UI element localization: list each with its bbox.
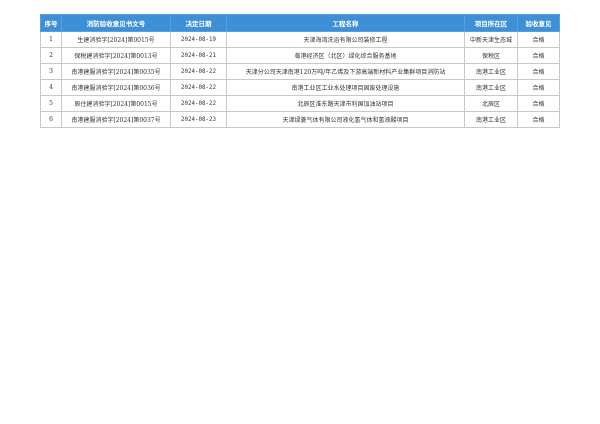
table-row: 3 南港建服消验字[2024]第0035号 2024-08-22 天津分公司天津…: [40, 63, 560, 80]
table-row: 1 生建消验字[2024]第0015号 2024-08-19 天津海湾洗浴有限公…: [40, 31, 560, 48]
cell-project-district: 南港工业区: [464, 63, 518, 80]
cell-decision-date: 2024-08-19: [170, 31, 227, 48]
cell-project-district: 保税区: [464, 47, 518, 64]
cell-project-name: 天津海湾洗浴有限公司装修工程: [226, 31, 465, 48]
table-row: 2 保税建消验字[2024]第0013号 2024-08-21 临港经济区（北区…: [40, 47, 560, 64]
cell-serial-number: 2: [40, 47, 62, 64]
cell-document-number: 保税建消验字[2024]第0013号: [61, 47, 171, 64]
table-row: 5 辰住建消验字[2024]第0015号 2024-08-22 北辰区淮东路天津…: [40, 95, 560, 112]
cell-serial-number: 1: [40, 31, 62, 48]
cell-document-number: 辰住建消验字[2024]第0015号: [61, 95, 171, 112]
cell-project-name: 天津分公司天津南港120万吨/年乙烯及下游高端新材料产业集群项目消防站: [226, 63, 465, 80]
cell-project-district: 南港工业区: [464, 79, 518, 96]
cell-serial-number: 5: [40, 95, 62, 112]
cell-decision-date: 2024-08-22: [170, 63, 227, 80]
cell-document-number: 生建消验字[2024]第0015号: [61, 31, 171, 48]
cell-project-name: 临港经济区（北区）绿化综合服务基地: [226, 47, 465, 64]
cell-project-name: 北辰区淮东路天津市利国加油站项目: [226, 95, 465, 112]
cell-acceptance-opinion: 合格: [517, 95, 560, 112]
table-row: 4 南港建服消验字[2024]第0036号 2024-08-22 南港工业区工业…: [40, 79, 560, 96]
cell-decision-date: 2024-08-22: [170, 79, 227, 96]
cell-acceptance-opinion: 合格: [517, 63, 560, 80]
header-acceptance-opinion: 验收意见: [517, 14, 560, 32]
cell-decision-date: 2024-08-21: [170, 47, 227, 64]
cell-project-name: 天津绿菱气体有限公司液化氢气体和氢液酸项目: [226, 111, 465, 128]
cell-document-number: 南港建服消验字[2024]第0036号: [61, 79, 171, 96]
cell-decision-date: 2024-08-22: [170, 95, 227, 112]
acceptance-table-container: 序号 消防验收意见书文号 决定日期 工程名称 项目所在区 验收意见 1 生建消验…: [40, 14, 560, 128]
cell-serial-number: 3: [40, 63, 62, 80]
header-decision-date: 决定日期: [170, 14, 227, 32]
cell-serial-number: 6: [40, 111, 62, 128]
cell-acceptance-opinion: 合格: [517, 31, 560, 48]
table-row: 6 南港建服消验字[2024]第0037号 2024-08-23 天津绿菱气体有…: [40, 111, 560, 128]
cell-acceptance-opinion: 合格: [517, 47, 560, 64]
cell-document-number: 南港建服消验字[2024]第0035号: [61, 63, 171, 80]
header-serial-number: 序号: [40, 14, 62, 32]
cell-acceptance-opinion: 合格: [517, 79, 560, 96]
cell-decision-date: 2024-08-23: [170, 111, 227, 128]
header-project-district: 项目所在区: [464, 14, 518, 32]
cell-project-district: 南港工业区: [464, 111, 518, 128]
table-header-row: 序号 消防验收意见书文号 决定日期 工程名称 项目所在区 验收意见: [40, 14, 560, 32]
cell-project-district: 中新天津生态城: [464, 31, 518, 48]
cell-serial-number: 4: [40, 79, 62, 96]
cell-acceptance-opinion: 合格: [517, 111, 560, 128]
cell-project-district: 北辰区: [464, 95, 518, 112]
fire-acceptance-table: 序号 消防验收意见书文号 决定日期 工程名称 项目所在区 验收意见 1 生建消验…: [40, 14, 560, 128]
header-document-number: 消防验收意见书文号: [61, 14, 171, 32]
header-project-name: 工程名称: [226, 14, 465, 32]
cell-project-name: 南港工业区工业水处理项目固废处理设施: [226, 79, 465, 96]
cell-document-number: 南港建服消验字[2024]第0037号: [61, 111, 171, 128]
